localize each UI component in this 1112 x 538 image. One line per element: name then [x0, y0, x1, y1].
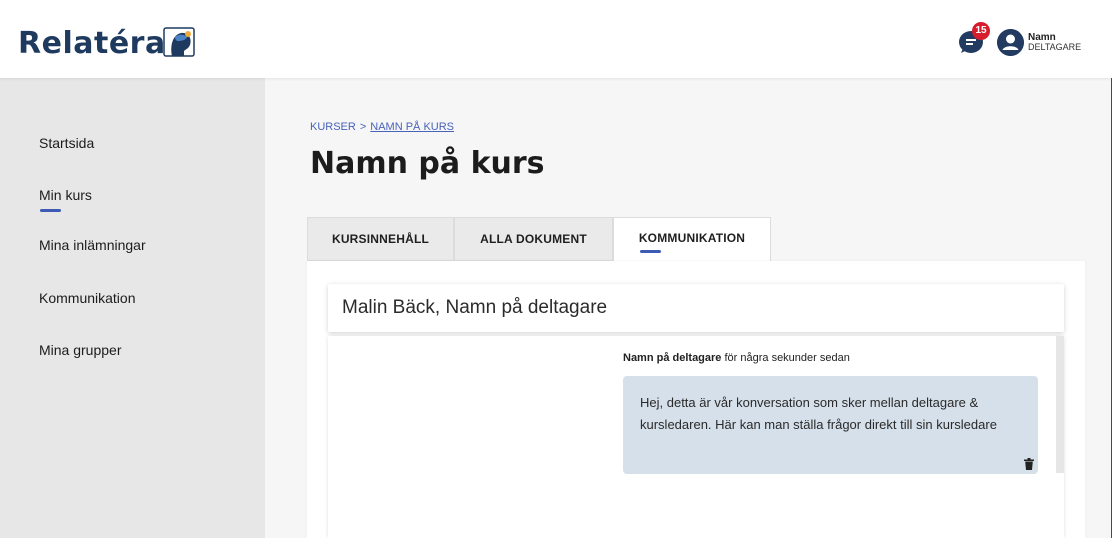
breadcrumb-root[interactable]: KURSER [310, 121, 356, 133]
tab-kommunikation[interactable]: KOMMUNIKATION [613, 217, 771, 262]
trash-icon[interactable] [1024, 458, 1034, 470]
breadcrumb-current[interactable]: NAMN PÅ KURS [370, 121, 454, 133]
sidebar-item-mina-grupper[interactable]: Mina grupper [39, 342, 122, 358]
logo-head-icon [163, 27, 195, 57]
message-time: för några sekunder sedan [724, 352, 850, 364]
user-role: DELTAGARE [1028, 42, 1082, 52]
conversation-title: Malin Bäck, Namn på deltagare [342, 297, 608, 318]
tab-active-indicator [640, 250, 661, 253]
breadcrumb-separator: > [359, 121, 367, 133]
message-sender: Namn på deltagare [623, 352, 722, 364]
breadcrumb: KURSER > NAMN PÅ KURS [310, 121, 454, 133]
sidebar-item-mina-inlamningar[interactable]: Mina inlämningar [39, 237, 146, 253]
tab-alla-dokument[interactable]: ALLA DOKUMENT [454, 217, 613, 261]
notification-badge: 15 [972, 22, 990, 40]
sidebar-item-min-kurs[interactable]: Min kurs [39, 187, 92, 203]
page-title: Namn på kurs [310, 146, 545, 181]
conversation-scrollbar[interactable] [1056, 336, 1064, 473]
logo[interactable]: Relatéra [18, 26, 166, 61]
user-avatar-icon[interactable] [997, 29, 1024, 56]
message-text: Hej, detta är vår konversation som sker … [640, 395, 997, 432]
message-meta: Namn på deltagare för några sekunder sed… [623, 352, 850, 364]
tab-kursinnehall[interactable]: KURSINNEHÅLL [307, 217, 454, 261]
sidebar-item-startsida[interactable]: Startsida [39, 135, 94, 151]
top-header: Relatéra 15 Namn DELTAGARE [0, 0, 1112, 78]
sidebar-item-kommunikation[interactable]: Kommunikation [39, 290, 136, 306]
sidebar-active-indicator [40, 209, 61, 212]
